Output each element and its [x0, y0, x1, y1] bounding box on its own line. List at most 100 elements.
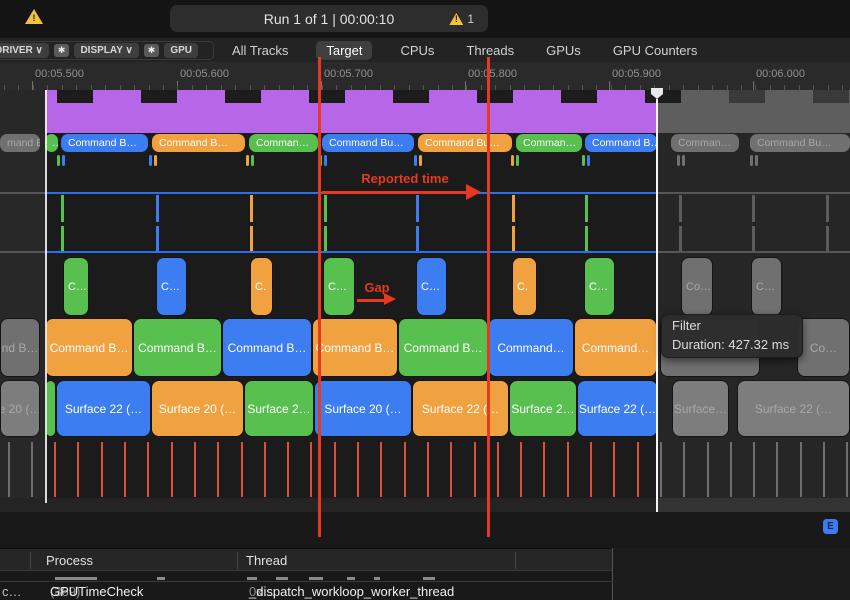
- warning-icon[interactable]: !: [25, 9, 43, 24]
- column-header-thread[interactable]: Thread: [246, 553, 287, 568]
- command-buffer-block[interactable]: Command B…: [133, 318, 222, 377]
- tab-gpu-counters[interactable]: GPU Counters: [609, 41, 702, 60]
- command-buffer-pill[interactable]: mand Bu…: [0, 134, 40, 152]
- command-buffer-block[interactable]: Command…: [488, 318, 574, 377]
- command-buffer-pill[interactable]: Comman…: [516, 134, 582, 152]
- track-bottom-strip: [0, 498, 657, 512]
- encoder-block[interactable]: C.: [250, 257, 273, 316]
- ruler-major-tick: [609, 81, 610, 90]
- minimap-badge[interactable]: E: [823, 519, 838, 534]
- vsync-tick: [660, 442, 662, 497]
- command-buffer-block[interactable]: Command…: [574, 318, 657, 377]
- event-line[interactable]: [250, 195, 253, 222]
- tab-threads[interactable]: Threads: [462, 41, 518, 60]
- surface-block[interactable]: Surface 22 (…: [577, 380, 658, 437]
- surface-block[interactable]: Surface 22 (…: [412, 380, 509, 437]
- ruler-label: 00:05.600: [180, 68, 229, 80]
- event-line[interactable]: [679, 226, 682, 251]
- surface-block[interactable]: [45, 380, 56, 437]
- vsync-tick: [800, 442, 802, 497]
- event-line[interactable]: [679, 195, 682, 222]
- vsync-tick: [147, 442, 149, 497]
- command-buffer-block[interactable]: nd B…: [0, 318, 40, 377]
- command-buffer-pill[interactable]: Command Bu…: [750, 134, 850, 152]
- event-line[interactable]: [416, 226, 419, 251]
- timeline-ruler[interactable]: 00:05.50000:05.60000:05.70000:05.80000:0…: [0, 62, 850, 90]
- tab-cpus[interactable]: CPUs: [396, 41, 438, 60]
- surface-block[interactable]: Surface 20 (…: [314, 380, 412, 437]
- event-line[interactable]: [826, 195, 829, 222]
- command-buffer-pill[interactable]: Comman…: [671, 134, 739, 152]
- surface-block[interactable]: Surface 2…: [244, 380, 314, 437]
- table-row[interactable]: c… GPUTimeCheck (369) _dispatch_workloop…: [0, 584, 613, 600]
- event-line[interactable]: [826, 226, 829, 251]
- event-line[interactable]: [585, 195, 588, 222]
- tab-all-tracks[interactable]: All Tracks: [228, 41, 292, 60]
- event-line[interactable]: [512, 226, 515, 251]
- encoder-block[interactable]: C…: [584, 257, 615, 316]
- event-line[interactable]: [61, 195, 64, 222]
- command-buffer-pill[interactable]: Comman…: [249, 134, 318, 152]
- event-line[interactable]: [156, 226, 159, 251]
- display-star-button[interactable]: ✱: [144, 44, 160, 57]
- command-buffer-block[interactable]: Command B…: [45, 318, 133, 377]
- vsync-tick: [241, 442, 243, 497]
- playhead-line[interactable]: [656, 99, 658, 512]
- event-line[interactable]: [324, 195, 327, 222]
- event-line[interactable]: [156, 195, 159, 222]
- vsync-tick: [497, 442, 499, 497]
- event-line[interactable]: [61, 226, 64, 251]
- event-line[interactable]: [512, 195, 515, 222]
- column-header-process[interactable]: Process: [46, 553, 93, 568]
- encoder-block[interactable]: C…: [323, 257, 355, 316]
- tab-target[interactable]: Target: [316, 41, 372, 60]
- encoder-block[interactable]: C…: [156, 257, 187, 316]
- encoder-block[interactable]: C…: [63, 257, 89, 316]
- event-line[interactable]: [416, 195, 419, 222]
- command-buffer-block[interactable]: Command B…: [398, 318, 488, 377]
- display-dropdown[interactable]: DISPLAY ∨: [74, 43, 138, 58]
- encoder-block[interactable]: C…: [416, 257, 447, 316]
- command-buffer-pill[interactable]: Command B…: [61, 134, 148, 152]
- command-buffer-block[interactable]: Command B…: [312, 318, 398, 377]
- vsync-tick: [124, 442, 126, 497]
- vsync-tick: [520, 442, 522, 497]
- surface-block[interactable]: Surface 22 (…: [56, 380, 151, 437]
- selection-start-line[interactable]: [45, 90, 47, 503]
- surface-block[interactable]: Surface 20 (…: [151, 380, 244, 437]
- event-line[interactable]: [250, 226, 253, 251]
- event-line[interactable]: [752, 226, 755, 251]
- command-buffer-pill[interactable]: Command B…: [585, 134, 657, 152]
- run-status-pill: Run 1 of 1 | 00:00:10 ! 1: [170, 5, 488, 32]
- event-tick: [149, 155, 152, 166]
- warning-badge[interactable]: ! 1: [449, 12, 474, 26]
- band-notch: [57, 90, 93, 103]
- column-divider[interactable]: [515, 552, 516, 569]
- driver-dropdown[interactable]: DRIVER ∨: [0, 43, 49, 58]
- column-divider[interactable]: [237, 552, 238, 569]
- encoder-block[interactable]: C.: [512, 257, 537, 316]
- encoder-block[interactable]: Co…: [681, 257, 713, 316]
- surface-block[interactable]: Surface…: [672, 380, 729, 437]
- command-buffer-pill[interactable]: Command B…: [152, 134, 245, 152]
- event-tick: [511, 155, 514, 166]
- command-buffer-pill[interactable]: …: [45, 134, 58, 152]
- command-buffer-block[interactable]: Co…: [797, 318, 850, 377]
- event-line[interactable]: [585, 226, 588, 251]
- event-tick: [414, 155, 417, 166]
- surface-block[interactable]: e 20 (…: [0, 380, 40, 437]
- column-divider[interactable]: [30, 552, 31, 569]
- command-buffer-pill[interactable]: Command Bu…: [322, 134, 414, 152]
- command-buffer-pill[interactable]: Command Bu…: [418, 134, 512, 152]
- gpu-button[interactable]: GPU: [164, 43, 198, 58]
- table-row-separator: [0, 581, 613, 582]
- driver-star-button[interactable]: ✱: [54, 44, 70, 57]
- tab-gpus[interactable]: GPUs: [542, 41, 585, 60]
- command-buffer-block[interactable]: Command B…: [222, 318, 312, 377]
- event-line[interactable]: [752, 195, 755, 222]
- encoder-block[interactable]: C…: [751, 257, 782, 316]
- surface-block[interactable]: Surface 2…: [509, 380, 577, 437]
- event-line[interactable]: [324, 226, 327, 251]
- surface-block[interactable]: Surface 22 (…: [737, 380, 850, 437]
- band-notch: [141, 90, 177, 103]
